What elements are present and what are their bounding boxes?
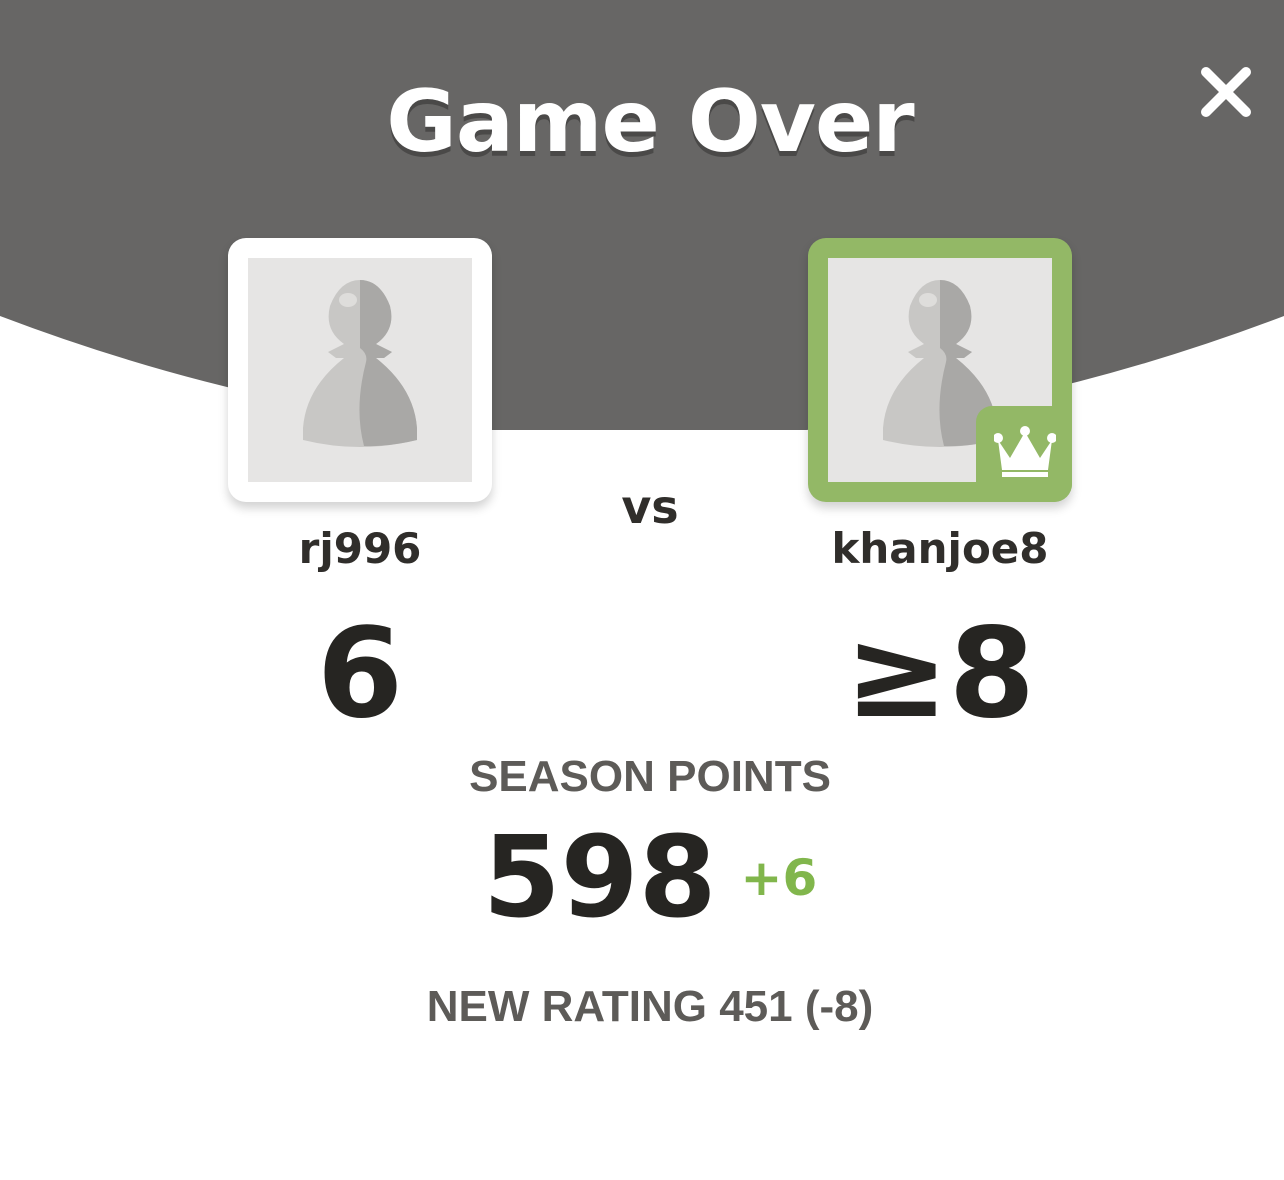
player-avatar-left[interactable] (228, 238, 492, 502)
close-button[interactable] (1192, 58, 1260, 126)
season-points-value: 598 (482, 813, 717, 943)
dialog-title: Game Over (386, 72, 914, 172)
player-score-left: 6 (316, 602, 404, 746)
player-username-right[interactable]: khanjoe8 (730, 524, 1150, 573)
pawn-icon (303, 280, 417, 447)
header-background (0, 0, 1284, 430)
close-icon (1201, 67, 1251, 117)
player-score-right: ≥8 (844, 602, 1036, 746)
player-username-left[interactable]: rj996 (150, 524, 570, 573)
crown-icon (994, 426, 1056, 477)
player-avatar-right[interactable] (808, 238, 1072, 502)
season-points-delta: +6 (740, 849, 818, 907)
season-points-row: 598 +6 (0, 808, 1284, 948)
avatar-image (248, 258, 472, 482)
new-rating-text: NEW RATING 451 (-8) (426, 982, 874, 1031)
season-points-label: SEASON POINTS (469, 752, 831, 801)
